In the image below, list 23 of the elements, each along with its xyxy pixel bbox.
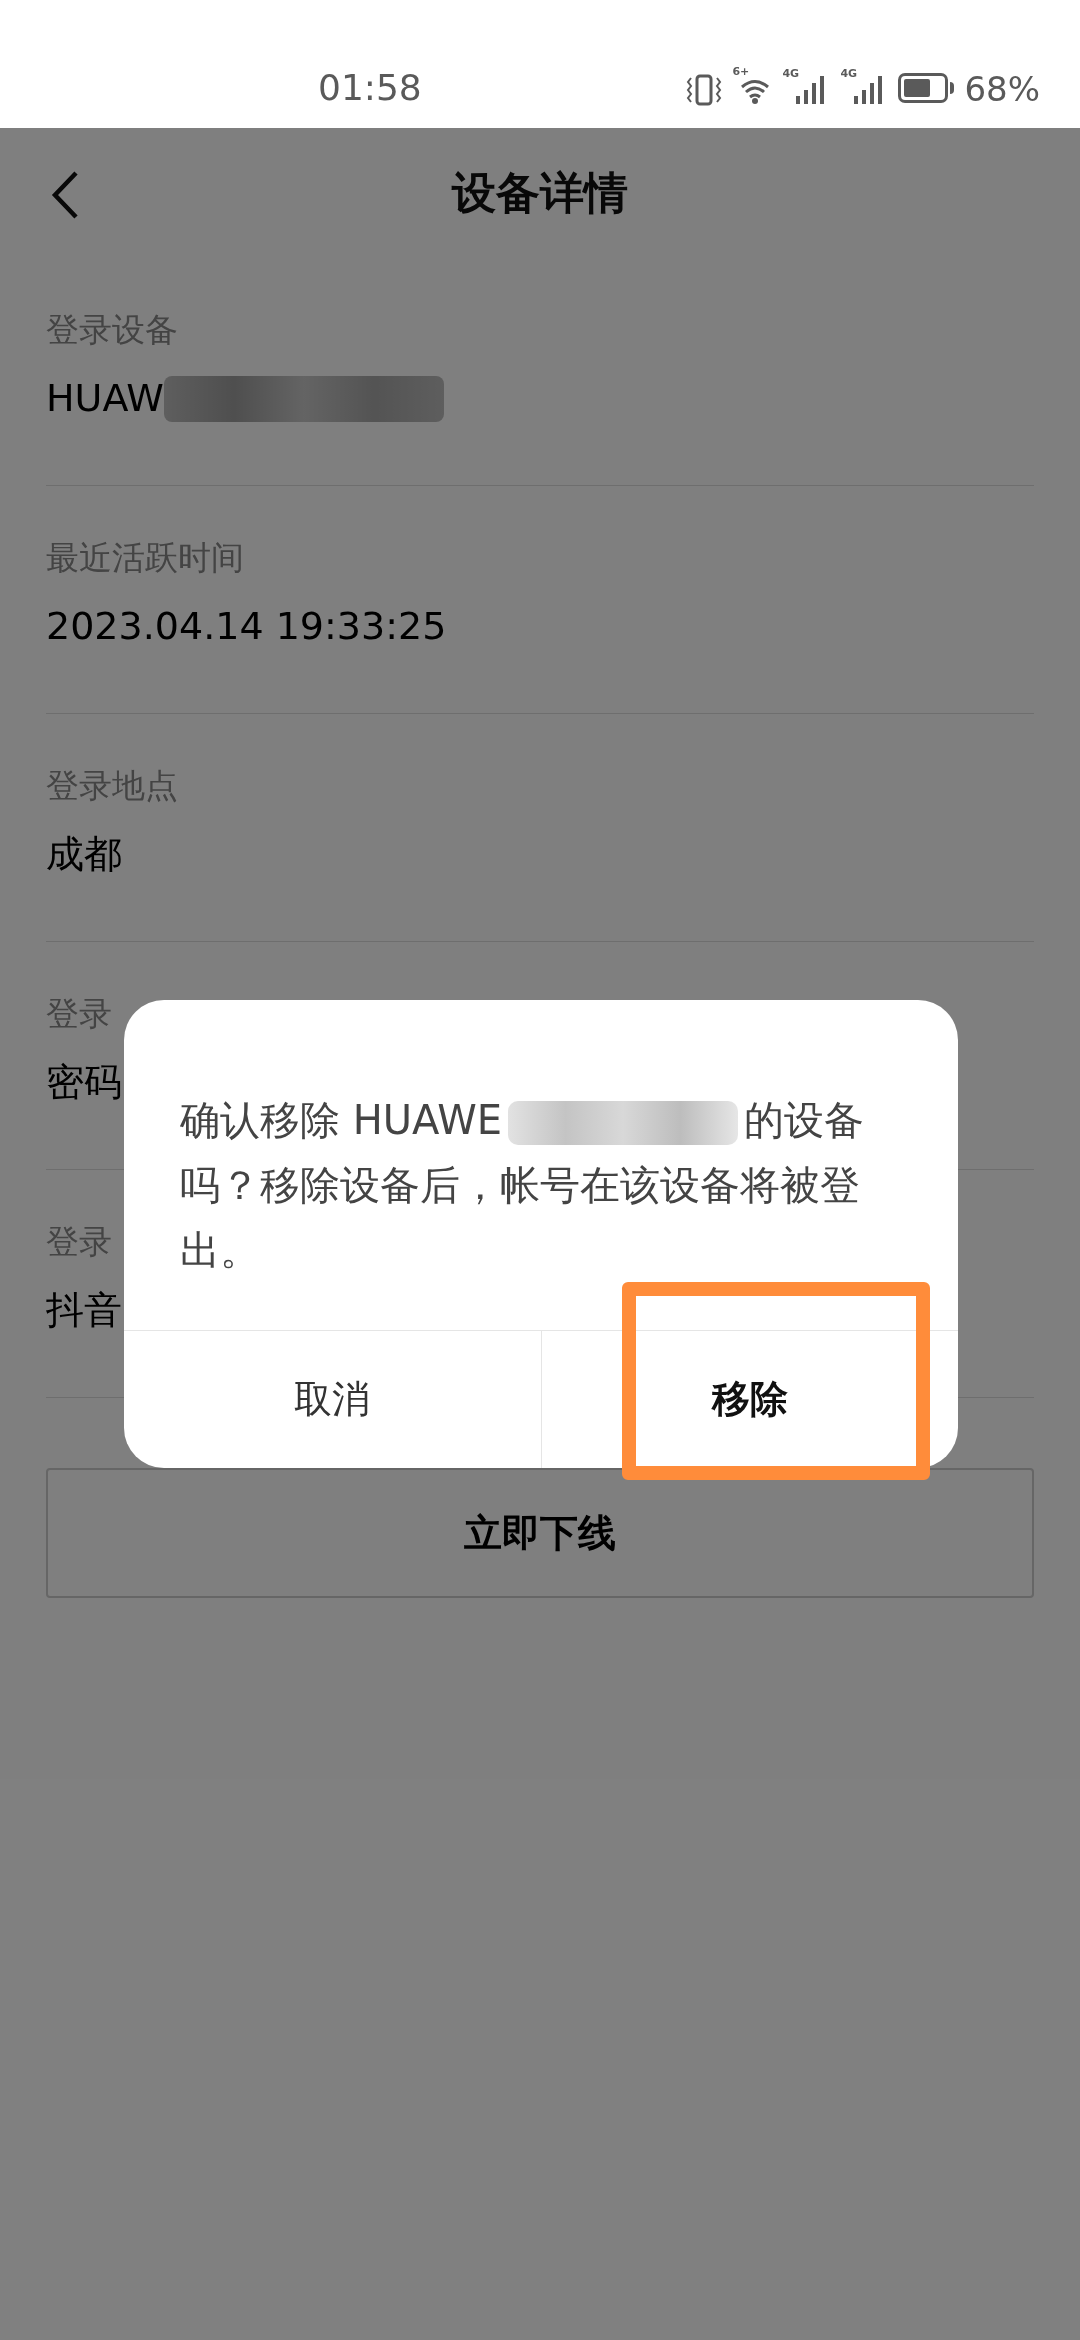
vibrate-icon [686, 74, 723, 106]
dialog-message: 确认移除 HUAWE 的设备吗？移除设备后，帐号在该设备将被登出。 [180, 1096, 866, 1275]
cancel-button[interactable]: 取消 [124, 1331, 541, 1468]
field-value: 密码 [46, 1059, 122, 1107]
field-value: HUAW [46, 375, 164, 423]
field-label: 登录 [46, 1221, 112, 1264]
page-title: 设备详情 [452, 166, 628, 220]
wifi-label: 6+ [732, 66, 750, 77]
field-value: 2023.04.14 19:33:25 [46, 603, 447, 651]
network-label: 4G [840, 68, 858, 79]
field-label: 登录 [46, 993, 112, 1036]
battery-icon [898, 73, 949, 103]
battery-percent: 68% [964, 72, 1040, 106]
field-value: 抖音 [46, 1287, 122, 1335]
remove-button[interactable]: 移除 [540, 1331, 958, 1468]
network-label: 4G [782, 68, 800, 79]
field-label: 登录地点 [46, 765, 178, 808]
back-icon [50, 170, 80, 220]
status-time: 01:58 [318, 70, 422, 106]
field-label: 登录设备 [46, 309, 178, 352]
field-label: 最近活跃时间 [46, 537, 244, 580]
wifi-icon [740, 78, 771, 104]
field-value: 成都 [46, 831, 122, 879]
